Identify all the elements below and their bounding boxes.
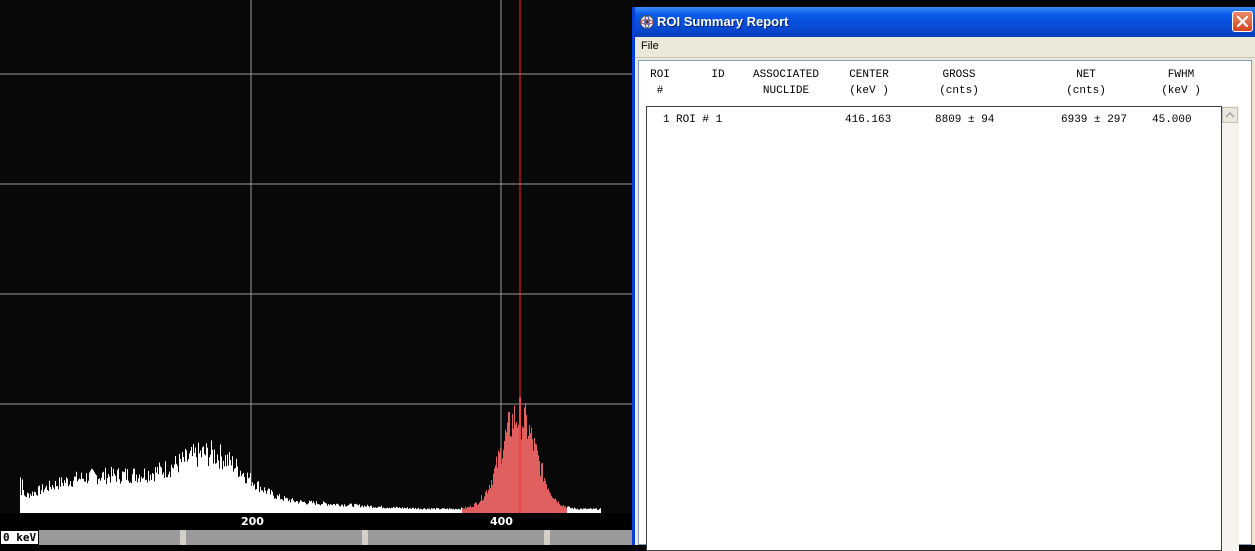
- menu-file[interactable]: File: [641, 40, 659, 52]
- scrollbar[interactable]: [1222, 106, 1239, 551]
- energy-axis: [0, 513, 635, 531]
- cell-roi: 1: [663, 114, 670, 126]
- status-divider: [362, 530, 368, 545]
- tick-label-200: 200: [241, 515, 264, 528]
- app-icon: [639, 14, 655, 30]
- close-icon: [1237, 16, 1248, 27]
- spectrum-plot[interactable]: 200 400 0 keV: [0, 0, 635, 545]
- close-button[interactable]: [1232, 11, 1253, 32]
- window-titlebar[interactable]: ROI Summary Report: [635, 7, 1255, 37]
- chevron-up-icon: [1225, 111, 1235, 118]
- energy-readout: 0 keV: [0, 530, 40, 545]
- col-header-id: ID: [711, 69, 725, 81]
- grid-lines: [0, 0, 635, 513]
- status-divider: [544, 530, 550, 545]
- col-header-roi: ROI #: [650, 69, 670, 97]
- status-divider: [180, 530, 186, 545]
- cell-gross: 8809 ± 94: [935, 114, 995, 126]
- roi-region: [462, 397, 567, 513]
- col-header-nuclide: ASSOCIATED NUCLIDE: [752, 69, 819, 97]
- window-title: ROI Summary Report: [657, 14, 789, 29]
- cell-fwhm: 45.000: [1152, 114, 1192, 126]
- col-header-center: CENTER (keV ): [849, 69, 889, 97]
- roi-list[interactable]: [646, 106, 1222, 551]
- col-header-gross: GROSS (cnts): [939, 69, 979, 97]
- cell-net: 6939 ± 297: [1061, 114, 1128, 126]
- col-header-fwhm: FWHM (keV ): [1161, 69, 1201, 97]
- cell-id: ROI # 1: [676, 114, 723, 126]
- col-header-net: NET (cnts): [1066, 69, 1106, 97]
- scroll-up-button[interactable]: [1222, 107, 1238, 123]
- report-content: ROI # ID ASSOCIATED NUCLIDE CENTER (keV ) G…: [638, 60, 1252, 551]
- roi-summary-window: ROI Summary Report File ROI # ID ASSOCIAT…: [632, 7, 1255, 551]
- tick-label-400: 400: [490, 515, 513, 528]
- cell-center: 416.163: [845, 114, 892, 126]
- spectrum-canvas: [0, 0, 635, 513]
- menu-bar: File: [635, 37, 1255, 58]
- status-bar: [0, 530, 635, 545]
